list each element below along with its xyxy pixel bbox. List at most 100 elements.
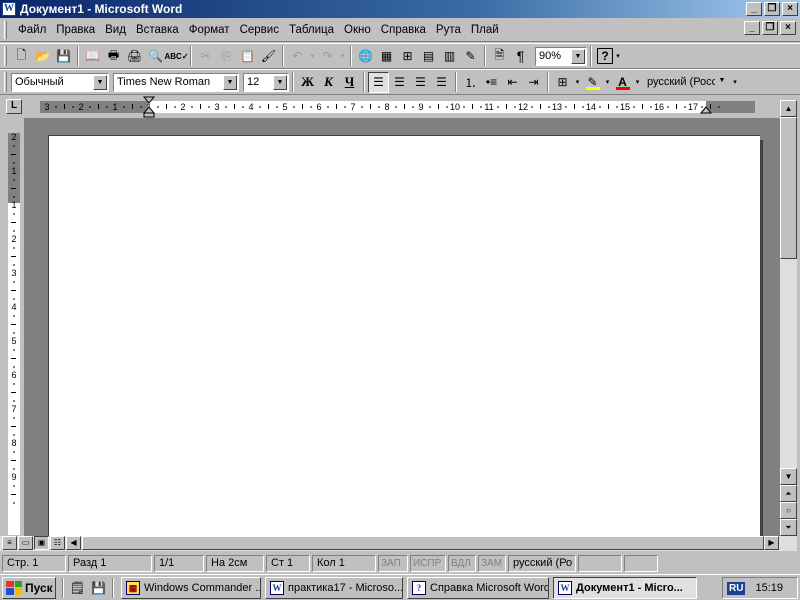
- undo-icon[interactable]: ↶: [287, 46, 308, 67]
- format-painter-icon[interactable]: 🖌: [258, 46, 279, 67]
- borders-icon[interactable]: ⊞: [552, 72, 573, 93]
- word-app-icon[interactable]: W: [2, 2, 16, 16]
- task-windows-commander[interactable]: ▦ Windows Commander ...: [121, 576, 261, 599]
- spelling-icon[interactable]: ABC✓: [164, 46, 188, 67]
- more-format-buttons-icon[interactable]: ▾: [730, 72, 740, 93]
- columns-icon[interactable]: ▥: [439, 46, 460, 67]
- menu-window[interactable]: Окно: [339, 21, 376, 39]
- print-icon[interactable]: 🖶: [103, 46, 124, 67]
- bold-button[interactable]: Ж: [297, 72, 318, 93]
- undo-dropdown-icon[interactable]: ▾: [308, 46, 317, 67]
- align-left-icon[interactable]: ☰: [368, 71, 389, 93]
- minimize-button[interactable]: _: [746, 2, 762, 16]
- copy-icon[interactable]: ⎘: [216, 46, 237, 67]
- vertical-scroll-thumb[interactable]: [780, 117, 797, 259]
- task-praktika17[interactable]: W практика17 - Microso...: [265, 576, 403, 599]
- scroll-up-button[interactable]: ▲: [780, 100, 797, 117]
- horizontal-scroll-thumb[interactable]: [82, 536, 764, 550]
- title-bar[interactable]: W Документ1 - Microsoft Word _ ❐ ×: [0, 0, 800, 18]
- select-browse-object-button[interactable]: ○: [780, 502, 797, 519]
- web-layout-view-button[interactable]: ▭: [18, 536, 33, 550]
- horizontal-ruler[interactable]: 3211234567891011121314151617: [0, 96, 800, 118]
- menu-help[interactable]: Справка: [376, 21, 431, 39]
- open-folder-icon[interactable]: 📂: [32, 46, 53, 67]
- tables-borders-icon[interactable]: ▦: [376, 46, 397, 67]
- font-color-dropdown-icon[interactable]: ▾: [633, 72, 642, 93]
- menu-format[interactable]: Формат: [184, 21, 235, 39]
- zoom-combo[interactable]: 90% ▼: [535, 46, 587, 66]
- zoom-dropdown-icon[interactable]: ▼: [571, 48, 585, 64]
- menu-table[interactable]: Таблица: [284, 21, 339, 39]
- menu-plai[interactable]: Плай: [466, 21, 504, 39]
- align-right-icon[interactable]: ☰: [410, 72, 431, 93]
- cut-icon[interactable]: ✂: [195, 46, 216, 67]
- numbering-icon[interactable]: ⒈: [460, 72, 481, 93]
- scroll-right-button[interactable]: ▶: [764, 536, 779, 550]
- show-desktop-icon[interactable]: 🗒: [67, 577, 88, 598]
- start-button[interactable]: Пуск: [2, 576, 56, 599]
- save-icon[interactable]: 💾: [53, 46, 74, 67]
- hyperlink-globe-icon[interactable]: 🌐: [355, 46, 376, 67]
- style-dropdown-icon[interactable]: ▼: [93, 74, 107, 90]
- font-dropdown-icon[interactable]: ▼: [223, 74, 237, 90]
- font-combo[interactable]: Times New Roman ▼: [113, 72, 239, 92]
- help-icon[interactable]: ?: [597, 48, 613, 64]
- scroll-left-button[interactable]: ◀: [66, 536, 81, 550]
- status-ovr[interactable]: ЗАМ: [478, 554, 506, 572]
- style-combo[interactable]: Обычный ▼: [11, 72, 109, 92]
- language-dropdown-icon[interactable]: ▼: [715, 73, 729, 89]
- scroll-down-button[interactable]: ▼: [780, 468, 797, 485]
- decrease-indent-icon[interactable]: ⇤: [502, 72, 523, 93]
- italic-button[interactable]: К: [318, 72, 339, 93]
- highlight-icon[interactable]: ✎: [582, 72, 603, 93]
- doc-restore-button[interactable]: ❐: [762, 21, 778, 35]
- document-page[interactable]: [48, 135, 760, 536]
- redo-dropdown-icon[interactable]: ▾: [338, 46, 347, 67]
- underline-button[interactable]: Ч: [339, 72, 360, 93]
- standard-toolbar-grip[interactable]: [4, 46, 7, 66]
- document-map-icon[interactable]: 🗎: [489, 46, 510, 67]
- menu-grip[interactable]: [4, 20, 7, 39]
- status-trk[interactable]: ИСПР: [410, 554, 446, 572]
- quick-launch-save-icon[interactable]: 💾: [88, 577, 109, 598]
- status-spelling[interactable]: [578, 554, 622, 572]
- bullets-icon[interactable]: •≡: [481, 72, 502, 93]
- borders-dropdown-icon[interactable]: ▾: [573, 72, 582, 93]
- menu-edit[interactable]: Правка: [51, 21, 100, 39]
- normal-view-button[interactable]: ≡: [2, 536, 17, 550]
- new-document-icon[interactable]: 🗋: [11, 46, 32, 67]
- doc-close-button[interactable]: ×: [780, 21, 796, 35]
- highlight-dropdown-icon[interactable]: ▾: [603, 72, 612, 93]
- redo-icon[interactable]: ↷: [317, 46, 338, 67]
- insert-excel-icon[interactable]: ▤: [418, 46, 439, 67]
- justify-icon[interactable]: ☰: [431, 72, 452, 93]
- outline-view-button[interactable]: ☷: [50, 536, 65, 550]
- clock[interactable]: 15:19: [755, 582, 783, 594]
- font-color-icon[interactable]: A: [612, 72, 633, 93]
- show-hide-pilcrow-icon[interactable]: ¶: [510, 46, 531, 67]
- preview-search-icon[interactable]: 🔍: [145, 46, 166, 67]
- insert-table-icon[interactable]: ⊞: [397, 46, 418, 67]
- menu-tools[interactable]: Сервис: [235, 21, 284, 39]
- doc-minimize-button[interactable]: _: [744, 21, 760, 35]
- maximize-button[interactable]: ❐: [764, 2, 780, 16]
- menu-view[interactable]: Вид: [100, 21, 131, 39]
- print-layout-view-button[interactable]: ▣: [34, 536, 49, 550]
- print-preview-icon[interactable]: 🖨: [124, 46, 145, 67]
- increase-indent-icon[interactable]: ⇥: [523, 72, 544, 93]
- drawing-icon[interactable]: ✎: [460, 46, 481, 67]
- menu-ruta[interactable]: Рута: [431, 21, 466, 39]
- menu-file[interactable]: Файл: [13, 21, 51, 39]
- status-rec[interactable]: ЗАП: [378, 554, 408, 572]
- keyboard-language-indicator[interactable]: RU: [727, 581, 746, 595]
- formatting-toolbar-grip[interactable]: [4, 72, 7, 92]
- close-button[interactable]: ×: [782, 2, 798, 16]
- language-combo[interactable]: русский (Росс ▼: [644, 72, 730, 92]
- paste-icon[interactable]: 📋: [237, 46, 258, 67]
- more-buttons-icon[interactable]: ▾: [613, 46, 623, 67]
- next-page-button[interactable]: ⏷: [780, 519, 797, 536]
- previous-page-button[interactable]: ⏶: [780, 485, 797, 502]
- font-size-combo[interactable]: 12 ▼: [243, 72, 289, 92]
- menu-insert[interactable]: Вставка: [131, 21, 184, 39]
- status-language[interactable]: русский (Ро: [508, 554, 576, 572]
